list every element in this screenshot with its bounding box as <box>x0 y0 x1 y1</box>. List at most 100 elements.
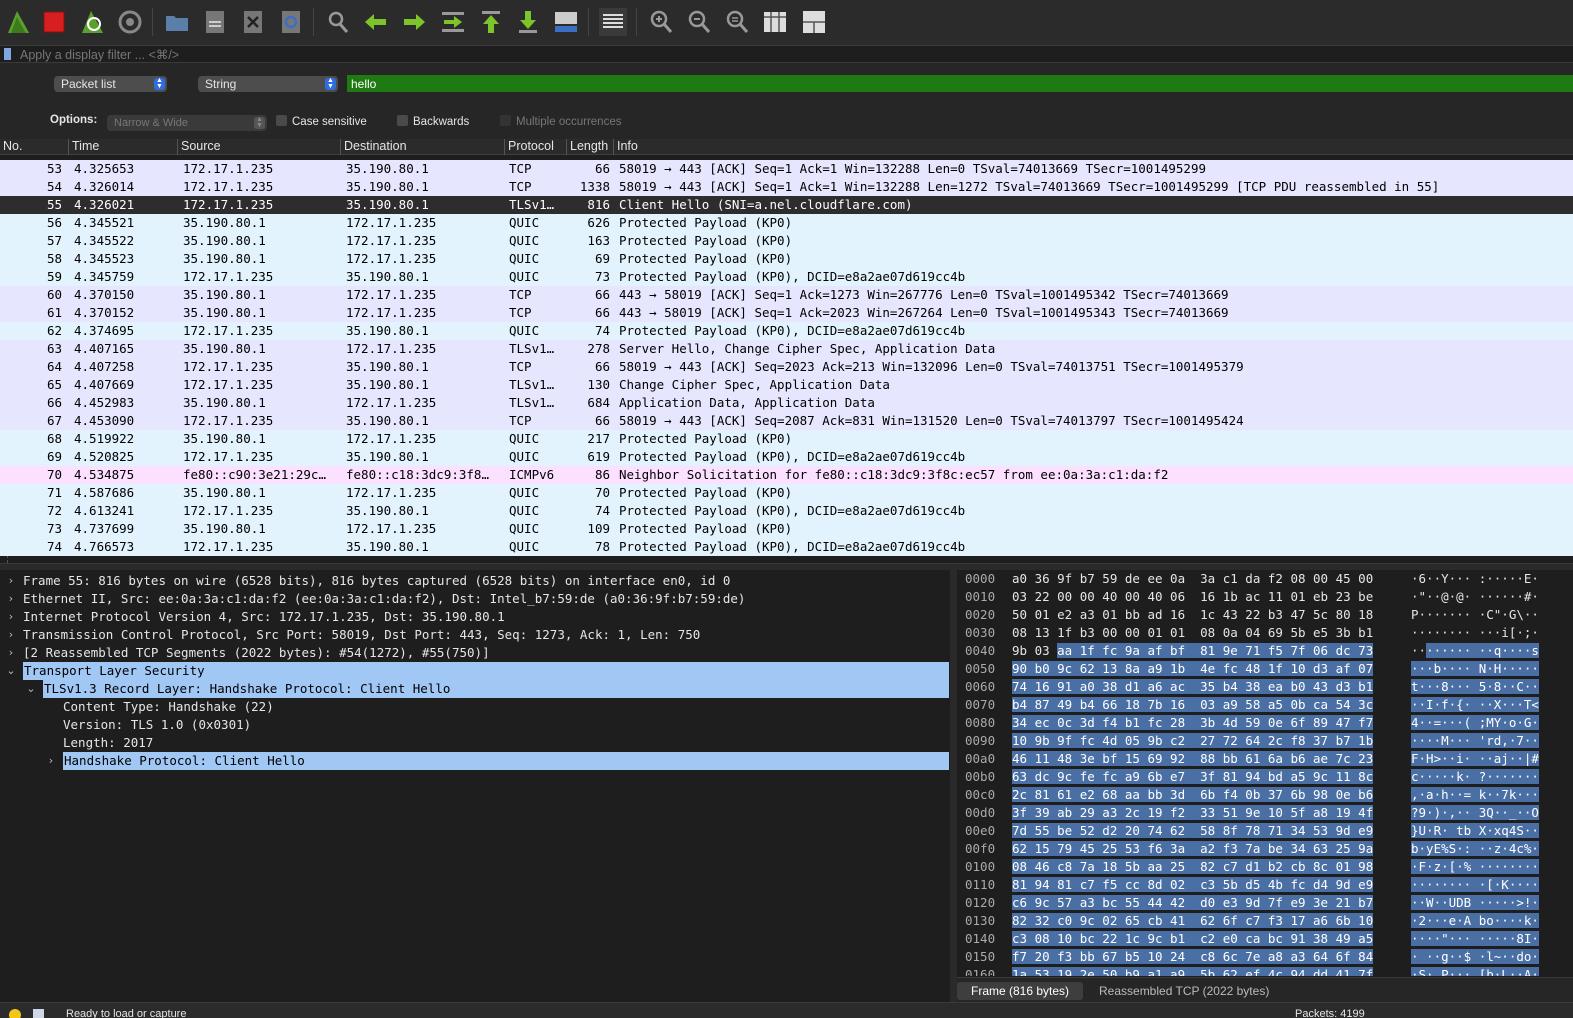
stop-capture-icon[interactable] <box>39 7 69 37</box>
packet-row[interactable]: 70 4.534875 fe80::c90:3e21:29c… fe80::c18:3… <box>0 466 1573 484</box>
zoom-in-icon[interactable] <box>646 7 676 37</box>
colorize-icon[interactable] <box>598 7 628 37</box>
layout-icon[interactable] <box>799 7 829 37</box>
backwards-checkbox[interactable]: Backwards <box>397 115 469 128</box>
close-file-icon[interactable] <box>238 7 268 37</box>
tree-item[interactable]: Version: TLS 1.0 (0x0301) <box>0 716 950 734</box>
resize-columns-icon[interactable] <box>760 7 790 37</box>
bytes-ascii[interactable]: ·6··Y··· :·····E· <box>1411 570 1539 588</box>
case-sensitive-checkbox[interactable]: Case sensitive <box>276 115 367 128</box>
bytes-hex[interactable]: 03 22 00 00 40 00 40 06 16 1b ac 11 01 e… <box>1012 588 1373 606</box>
packet-row[interactable]: 67 4.453090 172.17.1.235 35.190.80.1 TCP 66 58… <box>0 412 1573 430</box>
tree-item[interactable]: › [2 Reassembled TCP Segments (2022 bytes… <box>0 644 950 662</box>
column-header-length[interactable]: Length <box>566 139 613 155</box>
go-back-icon[interactable] <box>361 7 391 37</box>
tree-item[interactable]: › Transmission Control Protocol, Src Port… <box>0 626 950 644</box>
bytes-hex[interactable]: 81 94 81 c7 f5 cc 8d 02 c3 5b d5 4b fc d… <box>1012 876 1374 894</box>
packet-row[interactable]: 72 4.613241 172.17.1.235 35.190.80.1 QUIC 74 P… <box>0 502 1573 520</box>
bytes-ascii[interactable]: ····M··· 'rd,·7·· <box>1411 732 1539 750</box>
open-folder-icon[interactable] <box>162 7 192 37</box>
chevron-down-icon[interactable]: ⌄ <box>6 662 16 680</box>
bytes-ascii[interactable]: ····"··· ·····8I· <box>1411 930 1539 948</box>
bytes-ascii[interactable]: 4··=···( ;MY·o·G· <box>1411 714 1539 732</box>
packet-row[interactable]: 54 4.326014 172.17.1.235 35.190.80.1 TCP 1338… <box>0 178 1573 196</box>
bytes-hex[interactable]: 74 16 91 a0 38 d1 a6 ac 35 b4 38 ea b0 4… <box>1012 678 1374 696</box>
zoom-out-icon[interactable] <box>684 7 714 37</box>
packet-row[interactable]: 56 4.345521 35.190.80.1 172.17.1.235 QUIC 626… <box>0 214 1573 232</box>
display-filter-input[interactable] <box>20 46 1560 63</box>
bytes-ascii[interactable]: ·"··@·@· ······#· <box>1411 588 1539 606</box>
shark-fin-start-icon[interactable] <box>3 7 33 37</box>
search-scope-select[interactable]: Packet list ▲ ▼ <box>54 76 167 92</box>
bytes-hex[interactable]: a0 36 9f b7 59 de ee 0a 3a c1 da f2 08 0… <box>1012 570 1373 588</box>
bytes-ascii[interactable]: ·2···e·A bo····k· <box>1411 912 1539 930</box>
vertical-splitter[interactable] <box>950 570 957 1002</box>
go-to-packet-icon[interactable] <box>438 7 468 37</box>
packet-row[interactable]: 66 4.452983 35.190.80.1 172.17.1.235 TLSv1… 6… <box>0 394 1573 412</box>
packet-row[interactable]: 71 4.587686 35.190.80.1 172.17.1.235 QUIC 70 P… <box>0 484 1573 502</box>
packet-row[interactable]: 65 4.407669 172.17.1.235 35.190.80.1 TLSv1… 1… <box>0 376 1573 394</box>
tree-item[interactable]: › Internet Protocol Version 4, Src: 172.1… <box>0 608 950 626</box>
chevron-right-icon[interactable]: › <box>6 644 16 662</box>
pane-splitter[interactable] <box>0 563 1573 570</box>
bytes-hex[interactable]: 9b 03 aa 1f fc 9a af bf 81 9e 71 f5 7f 0… <box>1012 642 1374 660</box>
tree-item[interactable]: › Ethernet II, Src: ee:0a:3a:c1:da:f2 (ee… <box>0 590 950 608</box>
packet-row[interactable]: 68 4.519922 35.190.80.1 172.17.1.235 QUIC 217… <box>0 430 1573 448</box>
bytes-hex[interactable]: 34 ec 0c 3d f4 b1 fc 28 3b 4d 59 0e 6f 8… <box>1012 714 1374 732</box>
column-header-no[interactable]: No. <box>0 139 68 155</box>
tree-item[interactable]: › Handshake Protocol: Client Hello <box>0 752 950 770</box>
chevron-right-icon[interactable]: › <box>6 590 16 608</box>
packet-row[interactable]: 59 4.345759 172.17.1.235 35.190.80.1 QUIC 73 P… <box>0 268 1573 286</box>
bytes-ascii[interactable]: ········ ·[·K···· <box>1411 876 1539 894</box>
go-first-icon[interactable] <box>476 7 506 37</box>
tree-item[interactable]: Length: 2017 <box>0 734 950 752</box>
packet-row[interactable]: 64 4.407258 172.17.1.235 35.190.80.1 TCP 66 58… <box>0 358 1573 376</box>
autoscroll-icon[interactable] <box>551 7 581 37</box>
search-string-input[interactable] <box>347 75 1573 92</box>
column-header-info[interactable]: Info <box>613 139 1573 155</box>
go-last-icon[interactable] <box>513 7 543 37</box>
save-file-icon[interactable] <box>200 7 230 37</box>
bytes-hex[interactable]: c6 9c 57 a3 bc 55 44 42 d0 e3 9d 7f e9 3… <box>1012 894 1374 912</box>
chevron-right-icon[interactable]: › <box>46 752 56 770</box>
bytes-hex[interactable]: f7 20 f3 bb 67 b5 10 24 c8 6c 7e a8 a3 6… <box>1012 948 1374 966</box>
bytes-ascii[interactable]: ········ ···i[·;· <box>1411 624 1539 642</box>
bytes-ascii[interactable]: ?9·)·,·· 3Q··_··O <box>1411 804 1539 822</box>
search-type-select[interactable]: String ▲ ▼ <box>198 76 338 92</box>
bytes-ascii[interactable]: F·H>··i· ··aj··|# <box>1411 750 1539 768</box>
find-packet-icon[interactable] <box>323 7 353 37</box>
bytes-ascii[interactable]: t···8··· 5·8··C·· <box>1411 678 1539 696</box>
bytes-hex[interactable]: c3 08 10 bc 22 1c 9c b1 c2 e0 ca bc 91 3… <box>1012 930 1374 948</box>
bytes-hex[interactable]: 90 b0 9c 62 13 8a a9 1b 4e fc 48 1f 10 d… <box>1012 660 1374 678</box>
expert-info-icon[interactable] <box>9 1009 21 1018</box>
column-header-destination[interactable]: Destination <box>340 139 504 155</box>
chevron-right-icon[interactable]: › <box>6 572 16 590</box>
tree-item[interactable]: › Frame 55: 816 bytes on wire (6528 bits)… <box>0 572 950 590</box>
packet-row[interactable]: 57 4.345522 35.190.80.1 172.17.1.235 QUIC 163… <box>0 232 1573 250</box>
reload-file-icon[interactable] <box>276 7 306 37</box>
bytes-ascii[interactable]: P······· ·C"·G\·· <box>1411 606 1539 624</box>
go-forward-icon[interactable] <box>399 7 429 37</box>
tree-item[interactable]: ⌄ Transport Layer Security <box>0 662 950 680</box>
bytes-ascii[interactable]: ········ ··q····s <box>1411 642 1539 660</box>
bytes-ascii[interactable]: ·S·.P··· [b·L··A· <box>1411 966 1539 976</box>
packet-row[interactable]: 63 4.407165 35.190.80.1 172.17.1.235 TLSv1… 2… <box>0 340 1573 358</box>
packet-row[interactable]: 74 4.766573 172.17.1.235 35.190.80.1 QUIC 78 P… <box>0 538 1573 556</box>
capture-options-icon[interactable] <box>115 7 145 37</box>
tree-item[interactable]: ⌄ TLSv1.3 Record Layer: Handshake Protoco… <box>0 680 950 698</box>
bytes-hex[interactable]: b4 87 49 b4 66 18 7b 16 03 a9 58 a5 0b c… <box>1012 696 1374 714</box>
bytes-hex[interactable]: 7d 55 be 52 d2 20 74 62 58 8f 78 71 34 5… <box>1012 822 1374 840</box>
chevron-right-icon[interactable]: › <box>6 626 16 644</box>
packet-row[interactable]: 61 4.370152 35.190.80.1 172.17.1.235 TCP 66 44… <box>0 304 1573 322</box>
bytes-hex[interactable]: 50 01 e2 a3 01 bb ad 16 1c 43 22 b3 47 5… <box>1012 606 1373 624</box>
column-header-protocol[interactable]: Protocol <box>504 139 566 155</box>
normal-size-icon[interactable] <box>722 7 752 37</box>
bytes-hex[interactable]: 62 15 79 45 25 53 f6 3a a2 f3 7a be 34 6… <box>1012 840 1374 858</box>
packet-row[interactable]: 55 4.326021 172.17.1.235 35.190.80.1 TLSv1… 8… <box>0 196 1573 214</box>
chevron-down-icon[interactable]: ⌄ <box>26 680 36 698</box>
bytes-ascii[interactable]: ···b···· N·H····· <box>1411 660 1539 678</box>
bytes-ascii[interactable]: c·····k· ?······· <box>1411 768 1539 786</box>
bytes-ascii[interactable]: ·F·z·[·% ········ <box>1411 858 1539 876</box>
restart-capture-icon[interactable] <box>77 7 107 37</box>
bytes-ascii[interactable]: ··I·f·{· ··X···T< <box>1411 696 1539 714</box>
